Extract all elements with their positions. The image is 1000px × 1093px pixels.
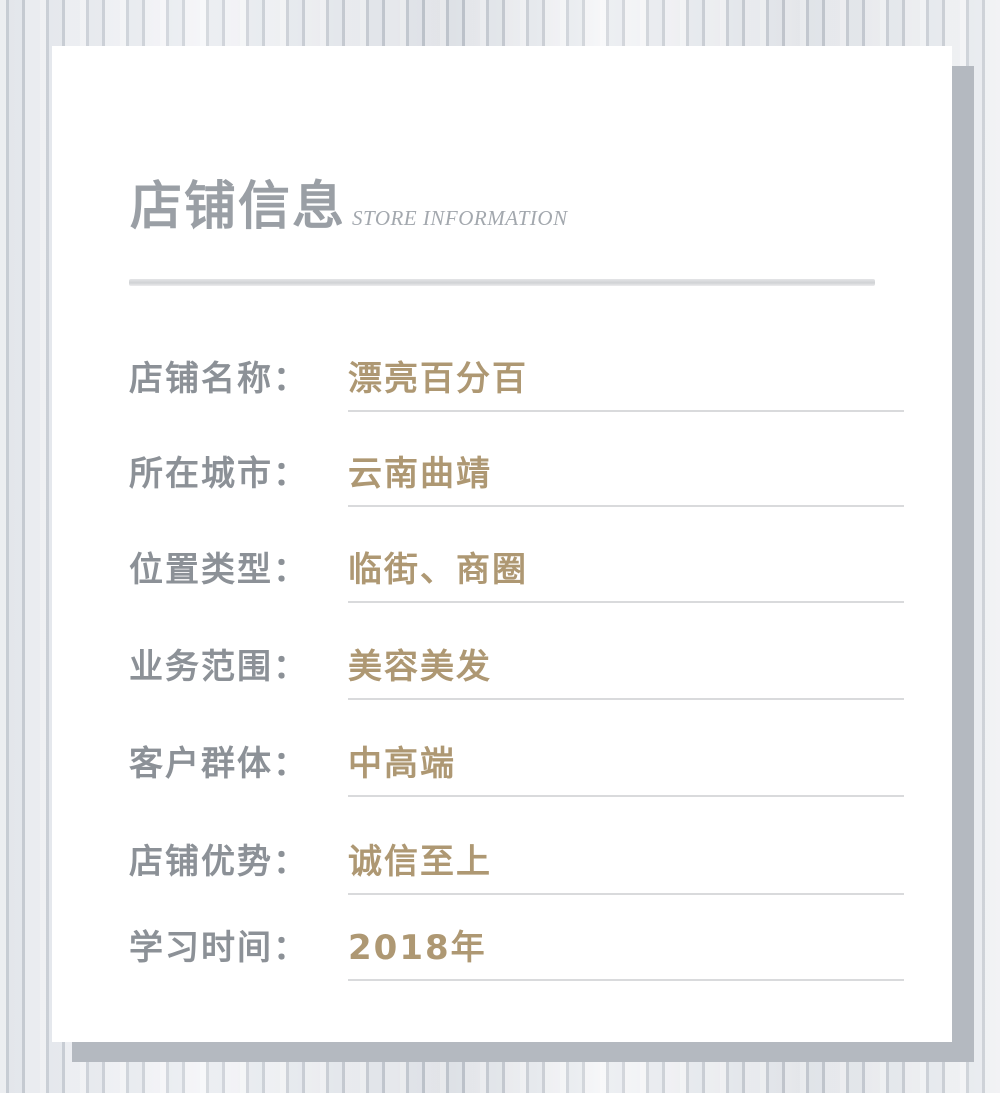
store-info-card: 店铺信息 STORE INFORMATION 店铺名称： 漂亮百分百 所在城市：… (52, 46, 952, 1042)
page-subtitle: STORE INFORMATION (352, 206, 568, 230)
row-underline (348, 601, 904, 603)
row-underline (348, 893, 904, 895)
store-advantage-label: 店铺优势： (129, 842, 309, 882)
info-row-store-name: 店铺名称： 漂亮百分百 (52, 348, 952, 412)
city-value: 云南曲靖 (348, 454, 492, 494)
row-underline (348, 505, 904, 507)
page-title: 店铺信息 (130, 177, 347, 237)
business-scope-label: 业务范围： (129, 647, 309, 687)
row-underline (348, 698, 904, 700)
row-underline (348, 795, 904, 797)
header-divider (129, 279, 875, 286)
store-name-label: 店铺名称： (129, 359, 309, 399)
card-header: 店铺信息 STORE INFORMATION (130, 181, 568, 233)
city-label: 所在城市： (129, 454, 309, 494)
row-underline (348, 979, 904, 981)
store-name-value: 漂亮百分百 (348, 359, 528, 399)
row-underline (348, 410, 904, 412)
customer-group-label: 客户群体： (129, 744, 309, 784)
info-row-customer-group: 客户群体： 中高端 (52, 733, 952, 797)
info-row-study-time: 学习时间： 2018年 (52, 917, 952, 981)
customer-group-value: 中高端 (348, 744, 456, 784)
study-time-value: 2018年 (348, 928, 487, 968)
info-row-store-advantage: 店铺优势： 诚信至上 (52, 831, 952, 895)
info-row-business-scope: 业务范围： 美容美发 (52, 636, 952, 700)
study-time-label: 学习时间： (129, 928, 309, 968)
location-type-label: 位置类型： (129, 550, 309, 590)
location-type-value: 临街、商圈 (348, 550, 528, 590)
store-advantage-value: 诚信至上 (348, 842, 492, 882)
business-scope-value: 美容美发 (348, 647, 492, 687)
info-row-city: 所在城市： 云南曲靖 (52, 443, 952, 507)
info-row-location-type: 位置类型： 临街、商圈 (52, 539, 952, 603)
